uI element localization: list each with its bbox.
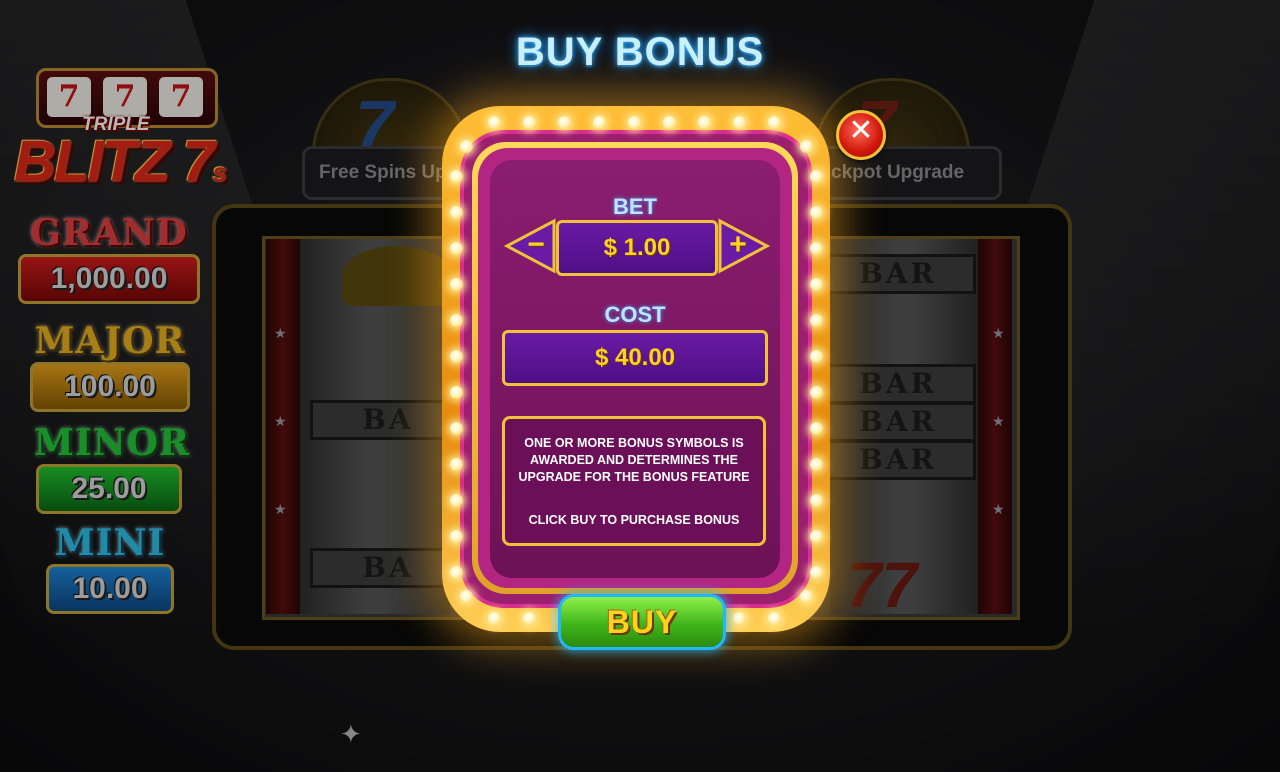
bet-value: $ 1.00	[556, 220, 718, 276]
marquee-bulb	[450, 278, 463, 291]
marquee-bulb	[800, 140, 813, 153]
marquee-bulb	[450, 422, 463, 435]
marquee-bulb	[663, 116, 676, 129]
marquee-bulb	[450, 314, 463, 327]
close-button[interactable]: ✕	[836, 110, 886, 160]
marquee-bulb	[450, 242, 463, 255]
marquee-bulb	[488, 612, 501, 625]
bet-increase-button[interactable]: +	[718, 218, 770, 274]
marquee-bulb	[810, 278, 823, 291]
marquee-bulb	[523, 116, 536, 129]
marquee-bulb	[810, 530, 823, 543]
marquee-bulb	[593, 116, 606, 129]
marquee-bulb	[698, 116, 711, 129]
sparkle-icon: ✦	[340, 720, 362, 750]
bonus-info-text: ONE OR MORE BONUS SYMBOLS IS AWARDED AND…	[518, 436, 750, 484]
marquee-bulb	[450, 206, 463, 219]
marquee-bulb	[450, 458, 463, 471]
marquee-bulb	[460, 590, 473, 603]
marquee-bulb	[450, 530, 463, 543]
marquee-bulb	[733, 116, 746, 129]
minus-icon: −	[527, 228, 545, 261]
marquee-bulb	[810, 458, 823, 471]
marquee-bulb	[733, 612, 746, 625]
marquee-bulb	[810, 422, 823, 435]
marquee-bulb	[450, 386, 463, 399]
marquee-bulb	[460, 140, 473, 153]
marquee-bulb	[810, 242, 823, 255]
cost-label: COST	[604, 302, 666, 327]
marquee-bulb	[768, 612, 781, 625]
bonus-purchase-hint: CLICK BUY TO PURCHASE BONUS	[528, 513, 740, 527]
plus-icon: +	[729, 228, 747, 261]
bonus-info-box: ONE OR MORE BONUS SYMBOLS IS AWARDED AND…	[502, 416, 766, 546]
marquee-bulb	[810, 386, 823, 399]
marquee-bulb	[810, 494, 823, 507]
buy-button[interactable]: BUY	[558, 594, 726, 650]
marquee-bulb	[450, 494, 463, 507]
marquee-bulb	[810, 206, 823, 219]
marquee-bulb	[810, 314, 823, 327]
close-icon: ✕	[848, 113, 874, 148]
bet-label: BET	[613, 194, 657, 219]
marquee-bulb	[628, 116, 641, 129]
bet-decrease-button[interactable]: −	[504, 218, 556, 274]
marquee-bulb	[450, 170, 463, 183]
marquee-bulb	[810, 170, 823, 183]
marquee-bulb	[558, 116, 571, 129]
marquee-bulb	[488, 116, 501, 129]
marquee-bulb	[768, 116, 781, 129]
marquee-bulb	[810, 350, 823, 363]
marquee-bulb	[800, 590, 813, 603]
cost-value: $ 40.00	[502, 330, 768, 386]
marquee-bulb	[810, 566, 823, 579]
marquee-bulb	[450, 566, 463, 579]
marquee-bulb	[450, 350, 463, 363]
dialog-title: BUY BONUS	[515, 30, 765, 74]
marquee-bulb	[523, 612, 536, 625]
